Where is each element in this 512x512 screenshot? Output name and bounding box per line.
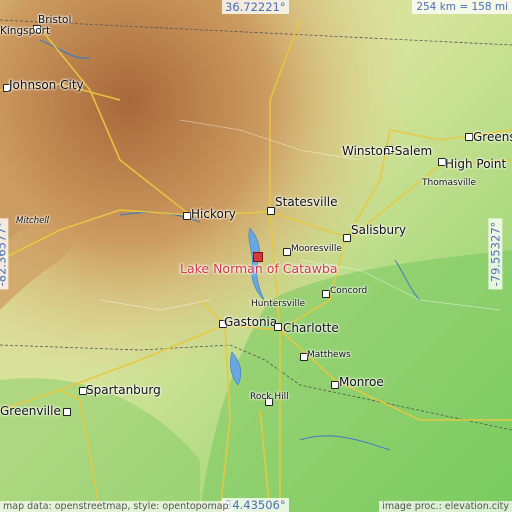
map-view[interactable]: Bristol Kingsport Johnson City Mitchell … [0, 0, 512, 512]
map-credit-right: image proc.: elevation.city [379, 501, 512, 512]
city-dot [343, 234, 351, 242]
city-dot [331, 381, 339, 389]
city-label-charlotte[interactable]: Charlotte [283, 322, 339, 334]
city-label-monroe[interactable]: Monroe [339, 376, 384, 388]
map-credit-left: map data: openstreetmap, style: opentopo… [0, 501, 232, 512]
city-dot [465, 133, 473, 141]
place-label[interactable]: Lake Norman of Catawba [180, 261, 338, 276]
city-label-mitchell[interactable]: Mitchell [16, 217, 49, 226]
city-label-rock-hill[interactable]: Rock Hill [250, 393, 289, 402]
city-dot [322, 290, 330, 298]
city-label-huntersville[interactable]: Huntersville [251, 300, 305, 309]
city-label-kingsport[interactable]: Kingsport [0, 26, 50, 37]
city-dot [183, 212, 191, 220]
city-label-johnson-city[interactable]: Johnson City [9, 79, 84, 91]
city-label-winston-salem[interactable]: Winston-Salem [342, 145, 432, 157]
longitude-left-label: -82.36577° [0, 218, 9, 290]
city-dot [267, 207, 275, 215]
city-dot [274, 323, 282, 331]
city-label-greenville[interactable]: Greenville [0, 405, 61, 417]
city-label-statesville[interactable]: Statesville [275, 196, 338, 208]
city-label-hickory[interactable]: Hickory [191, 208, 236, 220]
city-dot [283, 248, 291, 256]
city-label-mooresville[interactable]: Mooresville [291, 245, 342, 254]
city-label-high-point[interactable]: High Point [445, 158, 506, 170]
longitude-right-label: -79.55327° [488, 218, 503, 290]
city-label-spartanburg[interactable]: Spartanburg [86, 384, 161, 396]
latitude-bottom-label: 34.43506° [222, 498, 289, 512]
city-label-thomasville[interactable]: Thomasville [422, 179, 476, 188]
city-label-matthews[interactable]: Matthews [307, 351, 351, 360]
city-label-gastonia[interactable]: Gastonia [224, 316, 277, 328]
city-label-concord[interactable]: Concord [330, 287, 367, 296]
city-label-greensboro[interactable]: Greensboro [473, 131, 512, 143]
city-label-salisbury[interactable]: Salisbury [351, 224, 406, 236]
city-dot [63, 408, 71, 416]
scale-bar: 254 km = 158 mi [412, 0, 512, 14]
latitude-top-label: 36.72221° [222, 0, 289, 14]
city-label-bristol[interactable]: Bristol [38, 15, 71, 26]
